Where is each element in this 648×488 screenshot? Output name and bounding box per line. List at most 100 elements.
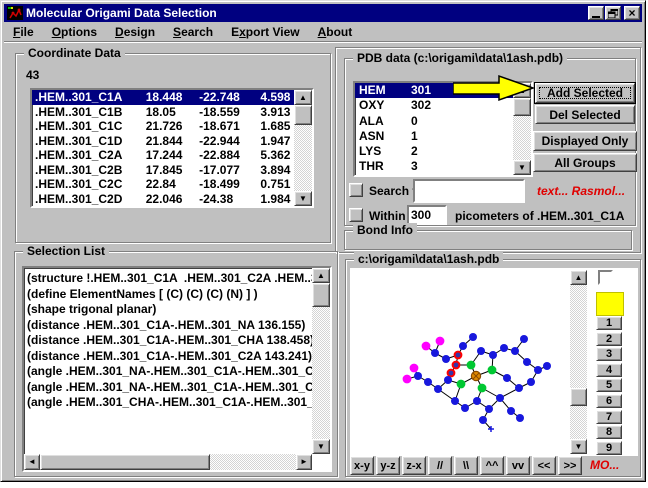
table-row[interactable]: .HEM..301_C2B17.845-17.0773.894 <box>32 163 294 178</box>
coordinate-data-label: Coordinate Data <box>24 46 125 60</box>
scroll-thumb[interactable] <box>40 454 210 470</box>
scroll-thumb[interactable] <box>294 105 312 125</box>
list-item[interactable]: (distance .HEM..301_C1A-.HEM..301_NA 136… <box>27 318 312 334</box>
atom-c <box>434 385 442 393</box>
coordinate-scrollbar[interactable]: ▲ ▼ <box>294 90 312 206</box>
list-item[interactable]: LYS2 <box>355 144 513 159</box>
view-yz-button[interactable]: y-z <box>376 456 400 475</box>
list-item[interactable]: (distance .HEM..301_C1A-.HEM..301_C2A 14… <box>27 349 312 365</box>
list-item[interactable]: (structure !.HEM..301_C1A .HEM..301_C2A … <box>27 271 312 287</box>
list-item[interactable]: ALA0 <box>355 114 513 129</box>
digit-button-9[interactable]: 9 <box>596 441 622 455</box>
coord-value: 21.844 <box>146 134 199 149</box>
add-selected-button[interactable]: Add Selected <box>535 83 635 103</box>
scroll-down-icon[interactable]: ▼ <box>294 191 312 206</box>
view-zx-button[interactable]: z-x <box>402 456 426 475</box>
close-button[interactable]: × <box>624 6 640 20</box>
selection-list-label: Selection List <box>23 244 109 258</box>
menu-item-file[interactable]: File <box>4 23 43 41</box>
list-item[interactable]: (angle .HEM..301_NA-.HEM..301_C1A-.HEM..… <box>27 364 312 380</box>
digit-button-5[interactable]: 5 <box>596 378 622 392</box>
molecule-canvas[interactable] <box>352 268 566 456</box>
rotate-ccw-button[interactable]: \\ <box>454 456 478 475</box>
scroll-up-icon[interactable]: ▲ <box>570 270 587 285</box>
search-toggle[interactable] <box>349 183 363 197</box>
atom-n <box>488 366 497 375</box>
table-row[interactable]: .HEM..301_C1B18.05-18.5593.913 <box>32 105 294 120</box>
menu-item-about[interactable]: About <box>309 23 362 41</box>
title-bar[interactable]: Molecular Origami Data Selection × <box>4 4 642 22</box>
table-row[interactable]: .HEM..301_C1C21.726-18.6711.685 <box>32 119 294 134</box>
digit-button-2[interactable]: 2 <box>596 332 622 346</box>
list-item[interactable]: (angle .HEM..301_NA-.HEM..301_C1A-.HEM..… <box>27 380 312 396</box>
scroll-left-icon[interactable]: ◄ <box>24 454 40 470</box>
menu-item-design[interactable]: Design <box>106 23 164 41</box>
all-groups-button[interactable]: All Groups <box>533 153 637 172</box>
menu-item-search[interactable]: Search <box>164 23 222 41</box>
menu-item-options[interactable]: Options <box>43 23 106 41</box>
scroll-up-icon[interactable]: ▲ <box>294 90 312 105</box>
group-name: THR <box>355 159 411 174</box>
tilt-up-button[interactable]: ^^ <box>480 456 504 475</box>
scroll-thumb[interactable] <box>312 283 330 307</box>
within-toggle[interactable] <box>349 208 363 222</box>
color-swatch[interactable] <box>596 292 624 316</box>
scroll-thumb[interactable] <box>570 388 587 406</box>
window-title: Molecular Origami Data Selection <box>26 6 217 20</box>
selection-listbox[interactable]: (structure !.HEM..301_C1A .HEM..301_C2A … <box>22 266 332 472</box>
atom-name: .HEM..301_C2B <box>32 163 146 178</box>
view-xy-button[interactable]: x-y <box>350 456 374 475</box>
atom-c <box>424 378 432 386</box>
coord-value: 22.046 <box>146 192 199 207</box>
table-row[interactable]: .HEM..301_C2D22.046-24.381.984 <box>32 192 294 207</box>
atom-c <box>520 335 528 343</box>
digit-button-6[interactable]: 6 <box>596 394 622 408</box>
table-row[interactable]: .HEM..301_C2A17.244-22.8845.362 <box>32 148 294 163</box>
list-item[interactable]: (shape trigonal planar) <box>27 302 312 318</box>
digit-button-7[interactable]: 7 <box>596 410 622 424</box>
restore-button[interactable] <box>605 6 621 20</box>
rotate-cw-button[interactable]: // <box>428 456 452 475</box>
digit-button-3[interactable]: 3 <box>596 347 622 361</box>
list-item[interactable]: (angle .HEM..301_CHA-.HEM..301_C1A-.HEM.… <box>27 395 312 411</box>
step-back-button[interactable]: << <box>532 456 556 475</box>
atom-c <box>507 407 515 415</box>
selection-vscrollbar[interactable]: ▲ ▼ <box>312 268 330 454</box>
search-input[interactable] <box>415 181 523 201</box>
table-row[interactable]: .HEM..301_C1A18.448-22.7484.598 <box>32 90 294 105</box>
digit-button-1[interactable]: 1 <box>596 316 622 330</box>
within-suffix: picometers of .HEM..301_C1A <box>455 209 624 223</box>
table-row[interactable]: .HEM..301_C2C22.84-18.4990.751 <box>32 177 294 192</box>
minimize-button[interactable] <box>588 6 604 20</box>
displayed-only-button[interactable]: Displayed Only <box>533 131 637 151</box>
scroll-down-icon[interactable]: ▼ <box>312 439 330 454</box>
menu-item-export-view[interactable]: Export View <box>222 23 309 41</box>
digit-button-4[interactable]: 4 <box>596 363 622 377</box>
coord-value: 22.84 <box>146 177 199 192</box>
viewer-checkbox[interactable] <box>598 270 613 285</box>
list-item[interactable]: (distance .HEM..301_C1A-.HEM..301_CHA 13… <box>27 333 312 349</box>
viewer-scrollbar[interactable]: ▲ ▼ <box>570 270 587 454</box>
list-item[interactable]: (define ElementNames [ (C) (C) (C) (N) ]… <box>27 287 312 303</box>
list-item[interactable]: ASN1 <box>355 129 513 144</box>
group-number: 1 <box>411 129 471 144</box>
atom-c <box>534 366 542 374</box>
scroll-up-icon[interactable]: ▲ <box>312 268 330 283</box>
menu-bar: FileOptionsDesignSearchExport ViewAbout <box>4 22 642 42</box>
coordinate-listbox[interactable]: .HEM..301_C1A18.448-22.7484.598.HEM..301… <box>30 88 314 208</box>
table-row[interactable]: .HEM..301_C1D21.844-22.9441.947 <box>32 134 294 149</box>
selection-hscrollbar[interactable]: ◄ ► <box>24 454 312 470</box>
mo-label: MO... <box>590 458 619 472</box>
scroll-right-icon[interactable]: ► <box>296 454 312 470</box>
tilt-down-button[interactable]: vv <box>506 456 530 475</box>
within-input[interactable] <box>409 207 445 223</box>
scroll-down-icon[interactable]: ▼ <box>570 439 587 454</box>
coord-value: 18.448 <box>146 90 199 105</box>
scroll-down-icon[interactable]: ▼ <box>513 160 531 175</box>
group-name: HEM <box>355 83 411 98</box>
del-selected-button[interactable]: Del Selected <box>535 105 635 124</box>
digit-button-8[interactable]: 8 <box>596 425 622 439</box>
list-item[interactable]: THR3 <box>355 159 513 174</box>
step-forward-button[interactable]: >> <box>558 456 582 475</box>
coord-value: 3.913 <box>260 105 294 120</box>
